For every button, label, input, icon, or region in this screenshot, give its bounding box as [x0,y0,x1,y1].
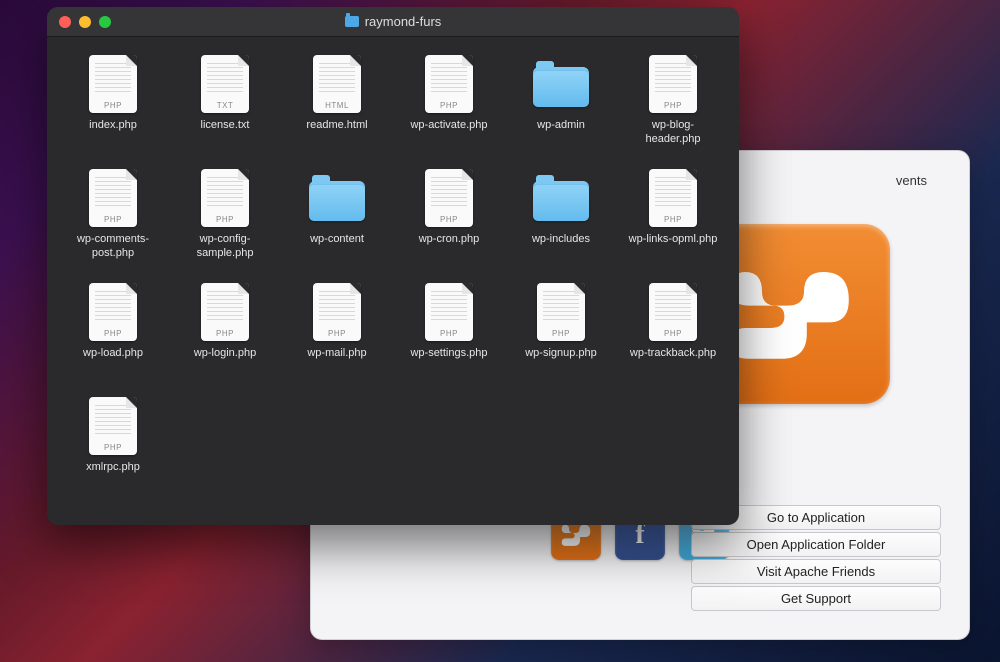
folder-icon [533,175,589,221]
item-label: wp-admin [537,119,585,133]
document-icon: PHP [313,283,361,341]
minimize-icon[interactable] [79,16,91,28]
file-extension-badge: PHP [425,329,473,338]
finder-titlebar[interactable]: raymond-furs [47,7,739,37]
file-item[interactable]: PHP xmlrpc.php [61,397,165,507]
file-item[interactable]: PHP wp-mail.php [285,283,389,393]
document-icon: PHP [89,55,137,113]
document-icon: PHP [89,283,137,341]
file-item[interactable]: HTML readme.html [285,55,389,165]
file-item[interactable]: PHP wp-cron.php [397,169,501,279]
open-application-folder-button[interactable]: Open Application Folder [691,532,941,557]
file-item[interactable]: TXT license.txt [173,55,277,165]
document-icon: PHP [89,169,137,227]
item-label: wp-load.php [83,347,143,361]
document-icon: PHP [201,283,249,341]
file-extension-badge: PHP [201,329,249,338]
file-item[interactable]: PHP wp-trackback.php [621,283,725,393]
document-icon: PHP [425,283,473,341]
file-extension-badge: PHP [649,101,697,110]
file-item[interactable]: PHP index.php [61,55,165,165]
file-extension-badge: PHP [649,329,697,338]
item-label: wp-cron.php [419,233,480,247]
item-label: wp-activate.php [410,119,487,133]
file-item[interactable]: PHP wp-links-opml.php [621,169,725,279]
xampp-tab-partial[interactable]: vents [896,173,927,188]
item-label: wp-settings.php [410,347,487,361]
file-extension-badge: PHP [425,215,473,224]
finder-icon-grid: PHP index.php TXT license.txt HTML readme.htm… [47,37,739,525]
file-extension-badge: PHP [89,215,137,224]
item-label: wp-config-sample.php [177,233,273,261]
folder-item[interactable]: wp-admin [509,55,613,165]
document-icon: HTML [313,55,361,113]
item-label: license.txt [201,119,250,133]
close-icon[interactable] [59,16,71,28]
item-label: index.php [89,119,137,133]
file-item[interactable]: PHP wp-blog-header.php [621,55,725,165]
file-item[interactable]: PHP wp-settings.php [397,283,501,393]
item-label: wp-blog-header.php [625,119,721,147]
file-extension-badge: TXT [201,101,249,110]
item-label: wp-trackback.php [630,347,716,361]
folder-item[interactable]: wp-content [285,169,389,279]
file-extension-badge: HTML [313,101,361,110]
item-label: readme.html [306,119,367,133]
file-extension-badge: PHP [425,101,473,110]
document-icon: PHP [89,397,137,455]
folder-icon [533,61,589,107]
file-item[interactable]: PHP wp-signup.php [509,283,613,393]
document-icon: TXT [201,55,249,113]
item-label: wp-login.php [194,347,256,361]
fullscreen-icon[interactable] [99,16,111,28]
document-icon: PHP [649,283,697,341]
document-icon: PHP [201,169,249,227]
file-extension-badge: PHP [89,443,137,452]
xampp-icon [559,521,593,549]
document-icon: PHP [537,283,585,341]
window-title: raymond-furs [365,14,442,29]
visit-apache-friends-button[interactable]: Visit Apache Friends [691,559,941,584]
file-extension-badge: PHP [537,329,585,338]
file-extension-badge: PHP [89,101,137,110]
item-label: wp-content [310,233,364,247]
file-extension-badge: PHP [201,215,249,224]
document-icon: PHP [425,169,473,227]
file-extension-badge: PHP [313,329,361,338]
folder-icon [345,16,359,27]
get-support-button[interactable]: Get Support [691,586,941,611]
xampp-icon [720,254,860,374]
item-label: wp-comments-post.php [65,233,161,261]
document-icon: PHP [649,55,697,113]
item-label: xmlrpc.php [86,461,140,475]
item-label: wp-includes [532,233,590,247]
item-label: wp-mail.php [307,347,366,361]
finder-window: raymond-furs PHP index.php TXT license.txt H… [47,7,739,525]
file-item[interactable]: PHP wp-config-sample.php [173,169,277,279]
file-item[interactable]: PHP wp-activate.php [397,55,501,165]
file-item[interactable]: PHP wp-load.php [61,283,165,393]
file-item[interactable]: PHP wp-login.php [173,283,277,393]
file-item[interactable]: PHP wp-comments-post.php [61,169,165,279]
document-icon: PHP [425,55,473,113]
document-icon: PHP [649,169,697,227]
folder-icon [309,175,365,221]
folder-item[interactable]: wp-includes [509,169,613,279]
item-label: wp-signup.php [525,347,597,361]
file-extension-badge: PHP [89,329,137,338]
file-extension-badge: PHP [649,215,697,224]
item-label: wp-links-opml.php [629,233,718,247]
